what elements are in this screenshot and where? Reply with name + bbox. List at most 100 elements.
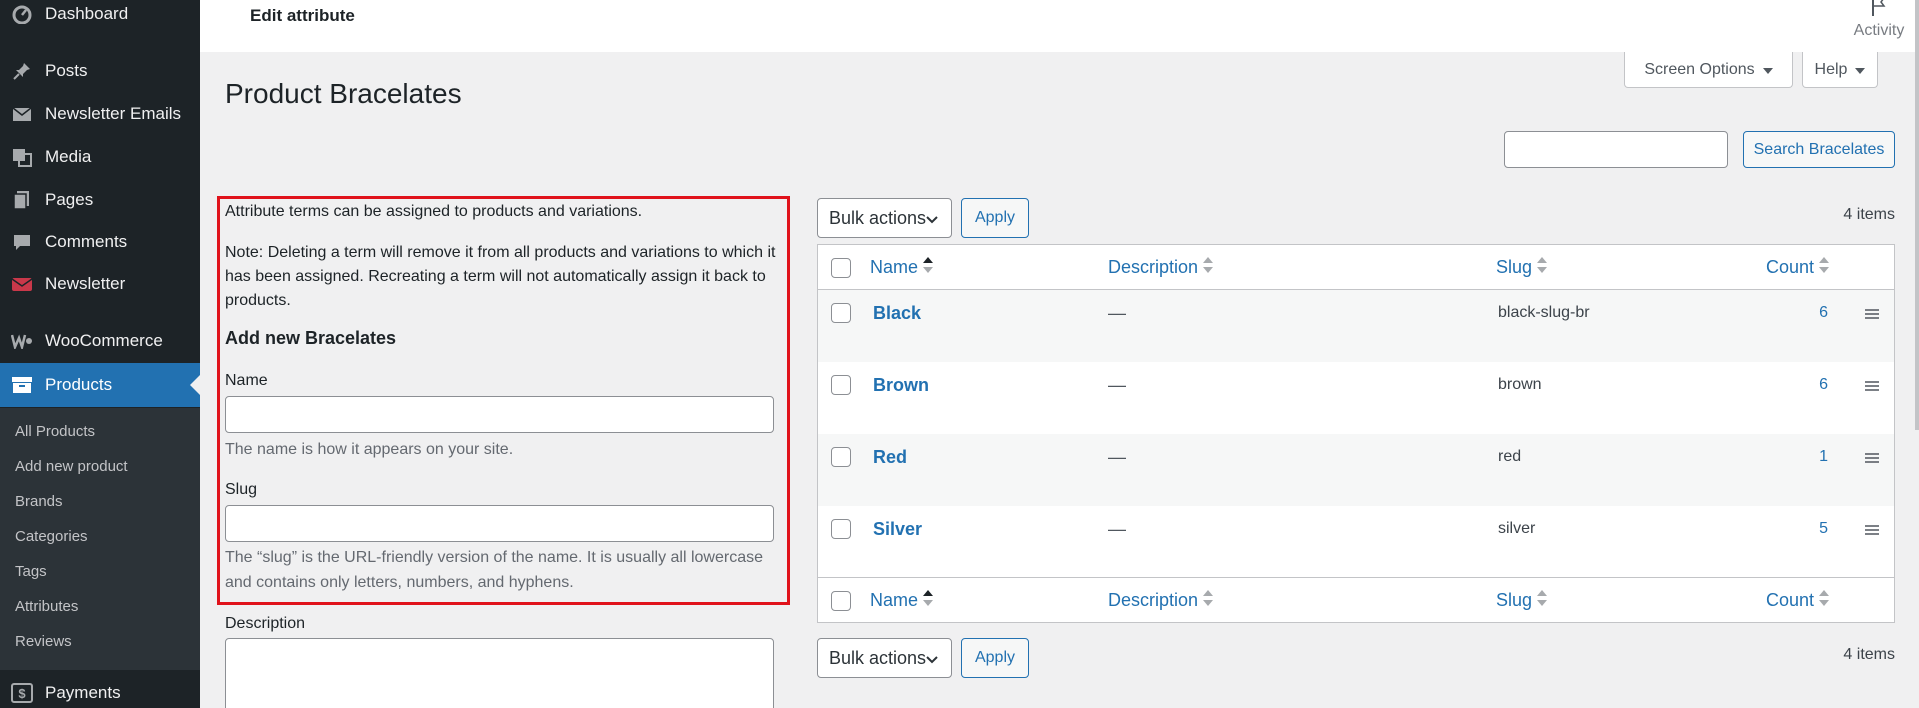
pages-icon [11,189,33,211]
select-all-checkbox[interactable] [831,258,851,278]
scrollbar[interactable] [1915,0,1919,430]
sort-icon [1537,590,1548,611]
menu-label: Posts [45,61,88,80]
drag-handle-icon[interactable] [1865,522,1879,540]
submenu-brands[interactable]: Brands [15,493,63,510]
term-name-link[interactable]: Brown [873,375,929,396]
column-label: Description [1108,257,1199,277]
header-title: Edit attribute [250,6,355,25]
slug-help-line-2: and contains only letters, numbers, and … [225,574,574,591]
menu-label: Comments [45,232,128,251]
drag-handle-icon[interactable] [1865,378,1879,396]
chevron-down-icon [925,210,939,231]
menu-item-newsletter[interactable]: Newsletter [0,264,200,304]
table-row: Red — red 1 [818,434,1894,506]
help-button[interactable]: Help [1802,52,1878,88]
form-note-line-2: has been assigned. Recreating a term wil… [225,268,766,285]
term-name-link[interactable]: Black [873,303,921,324]
column-label: Slug [1496,257,1533,277]
column-header-description[interactable]: Description [1108,257,1214,278]
activity-button[interactable]: Activity [1851,0,1907,48]
term-count-link[interactable]: 1 [1798,448,1828,466]
drag-handle-icon[interactable] [1865,450,1879,468]
name-help: The name is how it appears on your site. [225,441,514,458]
woocommerce-icon [11,330,33,352]
column-header-name[interactable]: Name [870,257,934,278]
column-label: Count [1766,257,1815,277]
row-checkbox[interactable] [831,519,851,539]
menu-item-products[interactable]: Products [0,363,200,407]
table-row: Brown — brown 6 [818,362,1894,434]
menu-item-payments[interactable]: $ Payments [0,673,200,708]
column-header-count[interactable]: Count [1766,257,1830,278]
column-label: Slug [1496,590,1533,610]
menu-label: Dashboard [45,4,129,23]
menu-item-posts[interactable]: Posts [0,51,200,91]
menu-item-pages[interactable]: Pages [0,180,200,220]
column-footer-description[interactable]: Description [1108,590,1214,611]
table-row: Black — black-slug-br 6 [818,290,1894,362]
row-checkbox[interactable] [831,447,851,467]
page-title: Product Bracelates [225,78,462,109]
apply-button[interactable]: Apply [961,198,1029,238]
menu-label: Media [45,147,92,166]
menu-item-comments[interactable]: Comments [0,222,200,262]
description-label: Description [225,615,306,632]
submenu-all-products[interactable]: All Products [15,423,95,440]
column-footer-slug[interactable]: Slug [1496,590,1548,611]
menu-item-newsletter-emails[interactable]: Newsletter Emails [0,94,200,134]
submenu-reviews[interactable]: Reviews [15,633,72,650]
svg-text:$: $ [18,686,26,701]
active-indicator [190,375,200,395]
submenu-add-new-product[interactable]: Add new product [15,458,128,475]
term-slug: silver [1498,520,1536,537]
form-note-line-1: Note: Deleting a term will remove it fro… [225,244,776,261]
slug-input[interactable] [225,505,774,542]
term-count-link[interactable]: 6 [1798,376,1828,394]
menu-label: Products [45,375,113,394]
apply-button-bottom[interactable]: Apply [961,638,1029,678]
media-icon [11,146,33,168]
sort-icon [1819,590,1830,611]
term-description: — [1108,447,1126,467]
menu-item-media[interactable]: Media [0,137,200,177]
row-checkbox[interactable] [831,375,851,395]
search-button[interactable]: Search Bracelates [1743,131,1895,168]
help-label: Help [1814,60,1848,78]
activity-label: Activity [1853,22,1905,39]
flag-icon [1871,0,1887,21]
menu-item-dashboard[interactable]: Dashboard [0,0,200,34]
name-input[interactable] [225,396,774,433]
term-description: — [1108,375,1126,395]
menu-label: Newsletter Emails [45,104,182,123]
menu-label: Newsletter [45,274,126,293]
dashboard-icon [11,3,33,25]
row-checkbox[interactable] [831,303,851,323]
submenu-categories[interactable]: Categories [15,528,88,545]
description-textarea[interactable] [225,638,774,708]
terms-table: Name Description Slug Count Black — blac… [817,244,1895,623]
term-name-link[interactable]: Red [873,447,907,468]
term-name-link[interactable]: Silver [873,519,922,540]
menu-label: Payments [45,683,121,702]
search-input[interactable] [1504,131,1728,168]
table-row: Silver — silver 5 [818,506,1894,578]
column-label: Name [870,590,919,610]
items-count-bottom: 4 items [1843,646,1895,663]
screen-options-button[interactable]: Screen Options [1624,52,1793,88]
sort-asc-icon [923,590,934,611]
column-label: Count [1766,590,1815,610]
submenu-attributes[interactable]: Attributes [15,598,78,615]
column-header-slug[interactable]: Slug [1496,257,1548,278]
bulk-actions-select-bottom[interactable]: Bulk actions [817,638,952,678]
menu-item-woocommerce[interactable]: WooCommerce [0,321,200,361]
term-count-link[interactable]: 5 [1798,520,1828,538]
drag-handle-icon[interactable] [1865,306,1879,324]
column-footer-count[interactable]: Count [1766,590,1830,611]
select-all-checkbox-footer[interactable] [831,591,851,611]
column-footer-name[interactable]: Name [870,590,934,611]
bulk-actions-select[interactable]: Bulk actions [817,198,952,238]
submenu-tags[interactable]: Tags [15,563,47,580]
sort-icon [1537,257,1548,278]
term-count-link[interactable]: 6 [1798,304,1828,322]
